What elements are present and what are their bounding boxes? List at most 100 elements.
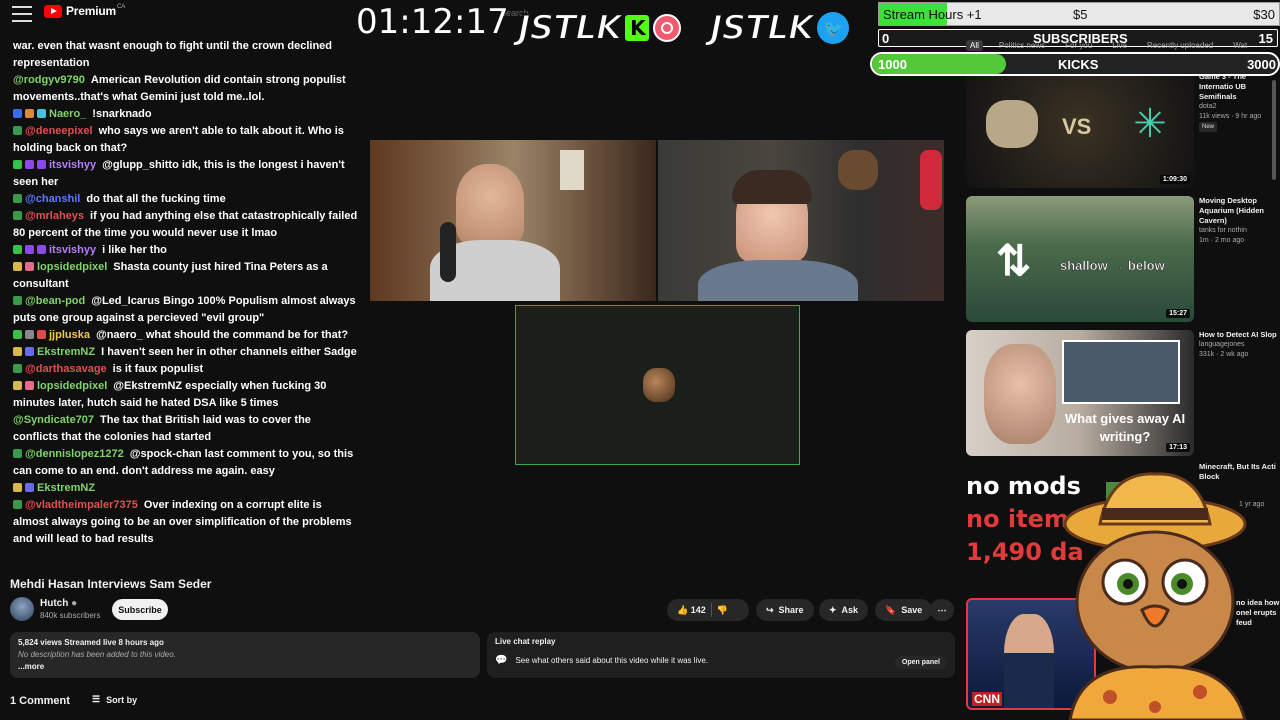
youtube-play-icon xyxy=(44,4,62,18)
chat-author[interactable]: jjpluska xyxy=(49,329,90,341)
chat-badge-icon xyxy=(25,330,34,339)
tier-1: $5 xyxy=(1073,7,1088,22)
chat-text: !snarknado xyxy=(92,108,152,120)
chat-message: lopsidedpixel @EkstremNZ especially when … xyxy=(6,378,358,412)
chat-message: lopsidedpixel Shasta county just hired Ti… xyxy=(6,259,358,293)
kick-icon: K xyxy=(625,15,650,41)
stream-hours-goal: Stream Hours +1 $5 $30 xyxy=(878,2,1280,26)
chat-badge-icon xyxy=(13,381,22,390)
suggestion-meta-3[interactable]: How to Detect AI Slop languagejones 331k… xyxy=(1199,330,1280,360)
filter-chip[interactable]: All xyxy=(966,40,983,51)
subs-goal: 15 xyxy=(1258,31,1273,46)
stream-hours-label: Stream Hours +1 xyxy=(883,7,982,22)
replay-title: Live chat replay xyxy=(495,637,556,646)
inset-photo xyxy=(1062,340,1180,404)
filter-chips: All Politics news For you Live Recently uplo… xyxy=(966,40,1251,51)
duration: 1:09:30 xyxy=(1159,175,1190,184)
chat-message: @darthasavage is it faux populist xyxy=(6,361,358,378)
chat-author[interactable]: @vladtheimpaler7375 xyxy=(25,499,138,511)
chat-badge-icon xyxy=(13,262,22,271)
chat-author[interactable]: @Syndicate707 xyxy=(13,414,94,426)
suggestion-thumb-1[interactable]: VS ✳ 1:09:30 xyxy=(966,62,1194,188)
chat-message: @mrlaheys if you had anything else that c… xyxy=(6,208,358,242)
sort-button[interactable]: ☰ Sort by xyxy=(92,694,137,705)
chat-author[interactable]: @darthasavage xyxy=(25,363,107,375)
new-badge: New xyxy=(1199,122,1218,132)
chat-author[interactable]: lopsidedpixel xyxy=(37,261,107,273)
comments-count: 1 Comment xyxy=(10,695,70,707)
chat-author[interactable]: Naero_ xyxy=(49,108,86,120)
chat-author[interactable]: @mrlaheys xyxy=(25,210,84,222)
description-box[interactable]: 5,824 views Streamed live 8 hours ago No… xyxy=(10,632,480,678)
chat-author[interactable]: itsvishyy xyxy=(49,244,96,256)
subscriber-count: 840k subscribers xyxy=(40,611,101,620)
duration: 17:13 xyxy=(1166,443,1190,452)
filter-chip[interactable]: Wat xyxy=(1229,40,1251,51)
brand-kick: JSTLK K xyxy=(517,7,682,49)
chat-badge-icon xyxy=(37,245,46,254)
thumb-caption: shallow → below xyxy=(1060,258,1165,274)
chat-author[interactable]: EkstremNZ xyxy=(37,346,95,358)
chat-author[interactable]: lopsidedpixel xyxy=(37,380,107,392)
sparkle-icon: ✦ xyxy=(829,604,837,615)
chat-message: war. even that wasnt enough to fight unt… xyxy=(6,38,358,72)
subscribe-button[interactable]: Subscribe xyxy=(112,599,168,620)
chat-badge-icon xyxy=(37,109,46,118)
chat-badge-icon xyxy=(13,330,22,339)
chat-author[interactable]: @dennislopez1272 xyxy=(25,448,124,460)
chat-badge-icon xyxy=(13,296,22,305)
suggestion-thumb-2[interactable]: ⇅ shallow → below 15:27 xyxy=(966,196,1194,322)
chat-author[interactable]: @rodgyv9790 xyxy=(13,74,85,86)
chat-message: @chanshil do that all the fucking time xyxy=(6,191,358,208)
open-panel-button[interactable]: Open panel xyxy=(894,656,947,669)
save-button[interactable]: 🔖 Save xyxy=(875,599,933,621)
chat-author[interactable]: @bean-pod xyxy=(25,295,85,307)
chat-badge-icon xyxy=(13,483,22,492)
chat-author[interactable]: itsvishyy xyxy=(49,159,96,171)
more-actions-icon[interactable]: ⋯ xyxy=(930,599,954,621)
suggestion-meta-2[interactable]: Moving Desktop Aquarium (Hidden Cavern) … xyxy=(1199,196,1280,246)
duration: 15:27 xyxy=(1166,309,1190,318)
filter-chip[interactable]: Recently uploaded xyxy=(1143,40,1217,51)
chat-badge-icon xyxy=(13,347,22,356)
brand-text: JSTLK xyxy=(709,7,815,49)
chat-message: jjpluska @naero_ what should the command … xyxy=(6,327,358,344)
video-title: Mehdi Hasan Interviews Sam Seder xyxy=(10,577,212,591)
chat-badge-icon xyxy=(13,194,22,203)
live-chat-replay-box: Live chat replay 💬 See what others said … xyxy=(487,632,955,678)
chat-badge-icon xyxy=(13,364,22,373)
dislike-icon[interactable]: 👎 xyxy=(717,605,728,616)
youtube-logo[interactable]: Premium CA xyxy=(44,4,125,18)
team-logo-icon xyxy=(986,100,1038,148)
chat-author[interactable]: EkstremNZ xyxy=(37,482,95,494)
sidebar-scrollbar[interactable] xyxy=(1272,80,1276,180)
filter-chip[interactable]: For you xyxy=(1061,40,1096,51)
share-button[interactable]: ↪ Share xyxy=(756,599,814,621)
share-icon: ↪ xyxy=(766,604,774,615)
ask-button[interactable]: ✦ Ask xyxy=(819,599,869,621)
suggestion-title: How to Detect AI Slop xyxy=(1199,330,1277,339)
suggestion-channel: languagejones xyxy=(1199,341,1245,348)
more-link[interactable]: ...more xyxy=(18,661,472,673)
chat-text: do that all the fucking time xyxy=(86,193,226,205)
chat-badge-icon xyxy=(25,483,34,492)
suggestion-title: Moving Desktop Aquarium (Hidden Cavern) xyxy=(1199,196,1264,225)
logo-region: CA xyxy=(116,4,126,10)
filter-chip[interactable]: Politics news xyxy=(995,40,1049,51)
hamburger-menu-icon[interactable] xyxy=(12,6,32,22)
kicks-current: 1000 xyxy=(878,57,907,72)
chat-badge-icon xyxy=(25,262,34,271)
channel-avatar[interactable] xyxy=(10,597,34,621)
chat-author[interactable]: @chanshil xyxy=(25,193,80,205)
suggestion-thumb-3[interactable]: What gives away AI writing? 17:13 xyxy=(966,330,1194,456)
chat-text: I haven't seen her in other channels eit… xyxy=(101,346,357,358)
chat-message: @vladtheimpaler7375 Over indexing on a co… xyxy=(6,497,358,548)
like-button[interactable]: 👍 142 xyxy=(677,605,706,616)
chat-author[interactable]: @deneepixel xyxy=(25,125,93,137)
filter-chip[interactable]: Live xyxy=(1108,40,1131,51)
description-text: No description has been added to this vi… xyxy=(18,650,176,659)
guest-avatar xyxy=(643,368,675,402)
chat-message: @bean-pod @Led_Icarus Bingo 100% Populism… xyxy=(6,293,358,327)
chat-badge-icon xyxy=(37,160,46,169)
channel-name[interactable]: Hutch ● xyxy=(40,598,77,609)
